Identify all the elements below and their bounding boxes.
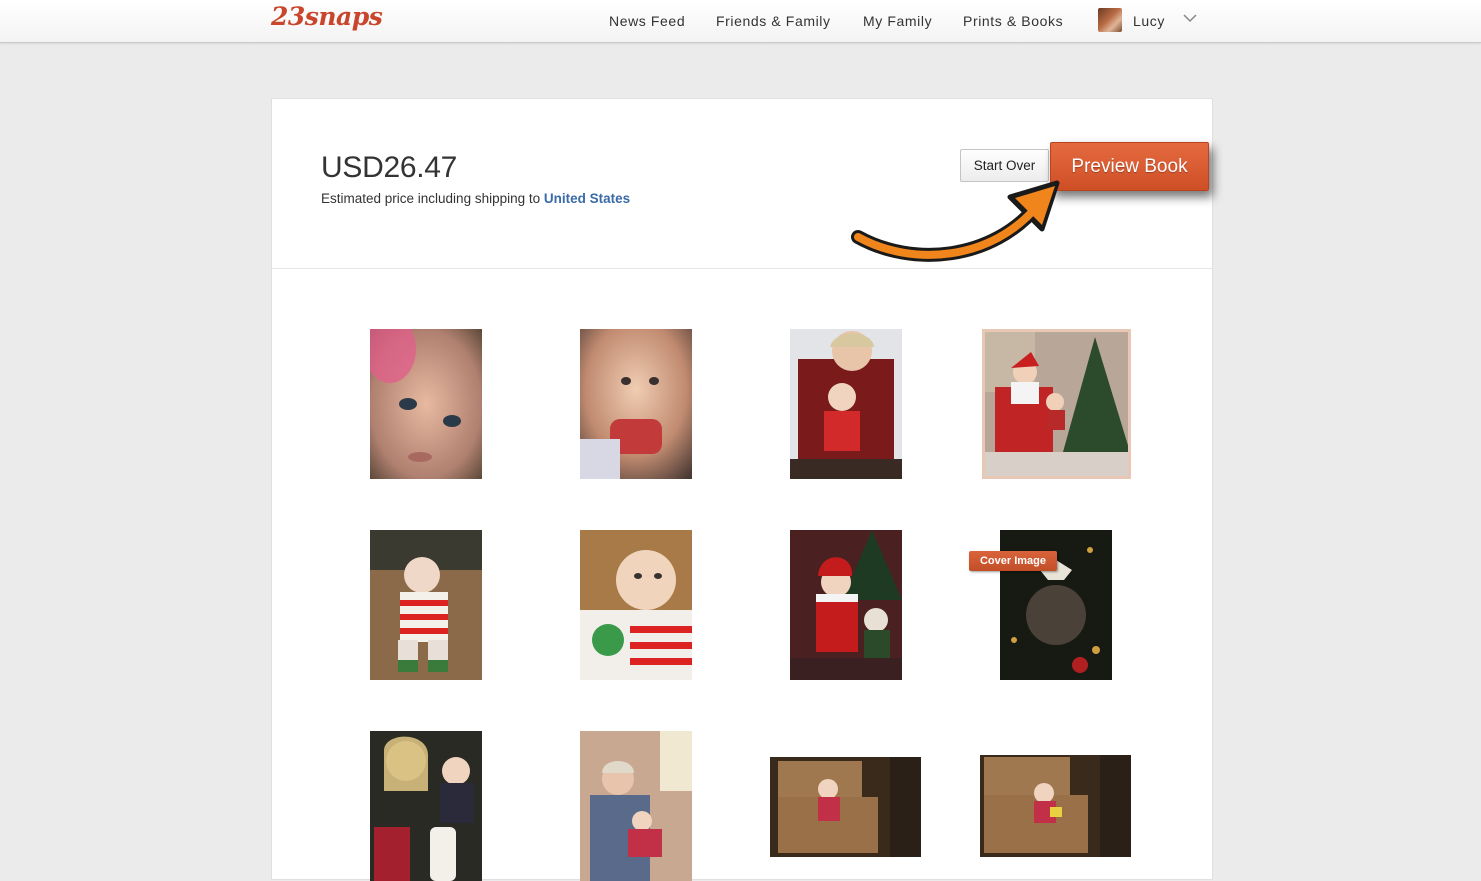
nav-news-feed[interactable]: News Feed <box>609 13 685 29</box>
photo-thumbnail[interactable] <box>790 329 902 479</box>
chevron-down-icon[interactable] <box>1182 10 1198 26</box>
avatar[interactable] <box>1098 8 1122 32</box>
photo-thumbnail[interactable] <box>580 530 692 680</box>
shipping-country-link[interactable]: United States <box>544 191 630 206</box>
user-name[interactable]: Lucy <box>1133 13 1165 29</box>
photo-thumbnail[interactable] <box>790 530 902 680</box>
photo-thumbnail-selected[interactable] <box>982 329 1131 479</box>
top-nav-bar: 23snaps News Feed Friends & Family My Fa… <box>0 0 1481 43</box>
nav-my-family[interactable]: My Family <box>863 13 932 29</box>
photo-thumbnail[interactable] <box>370 329 482 479</box>
divider <box>272 268 1212 269</box>
nav-prints-books[interactable]: Prints & Books <box>963 13 1063 29</box>
cover-image-badge: Cover Image <box>969 551 1057 571</box>
nav-friends-family[interactable]: Friends & Family <box>716 13 831 29</box>
pointing-arrow-icon <box>851 180 1060 262</box>
photo-thumbnail[interactable] <box>980 755 1131 857</box>
price-note: Estimated price including shipping to Un… <box>321 191 630 206</box>
preview-book-button[interactable]: Preview Book <box>1050 142 1209 191</box>
logo[interactable]: 23snaps <box>271 2 383 31</box>
estimated-price: USD26.47 <box>321 151 458 184</box>
photo-thumbnail[interactable] <box>770 757 921 857</box>
price-note-text: Estimated price including shipping to <box>321 191 541 206</box>
book-builder-card: USD26.47 Estimated price including shipp… <box>271 98 1213 881</box>
photo-thumbnail[interactable] <box>580 329 692 479</box>
photo-thumbnail[interactable] <box>370 530 482 680</box>
